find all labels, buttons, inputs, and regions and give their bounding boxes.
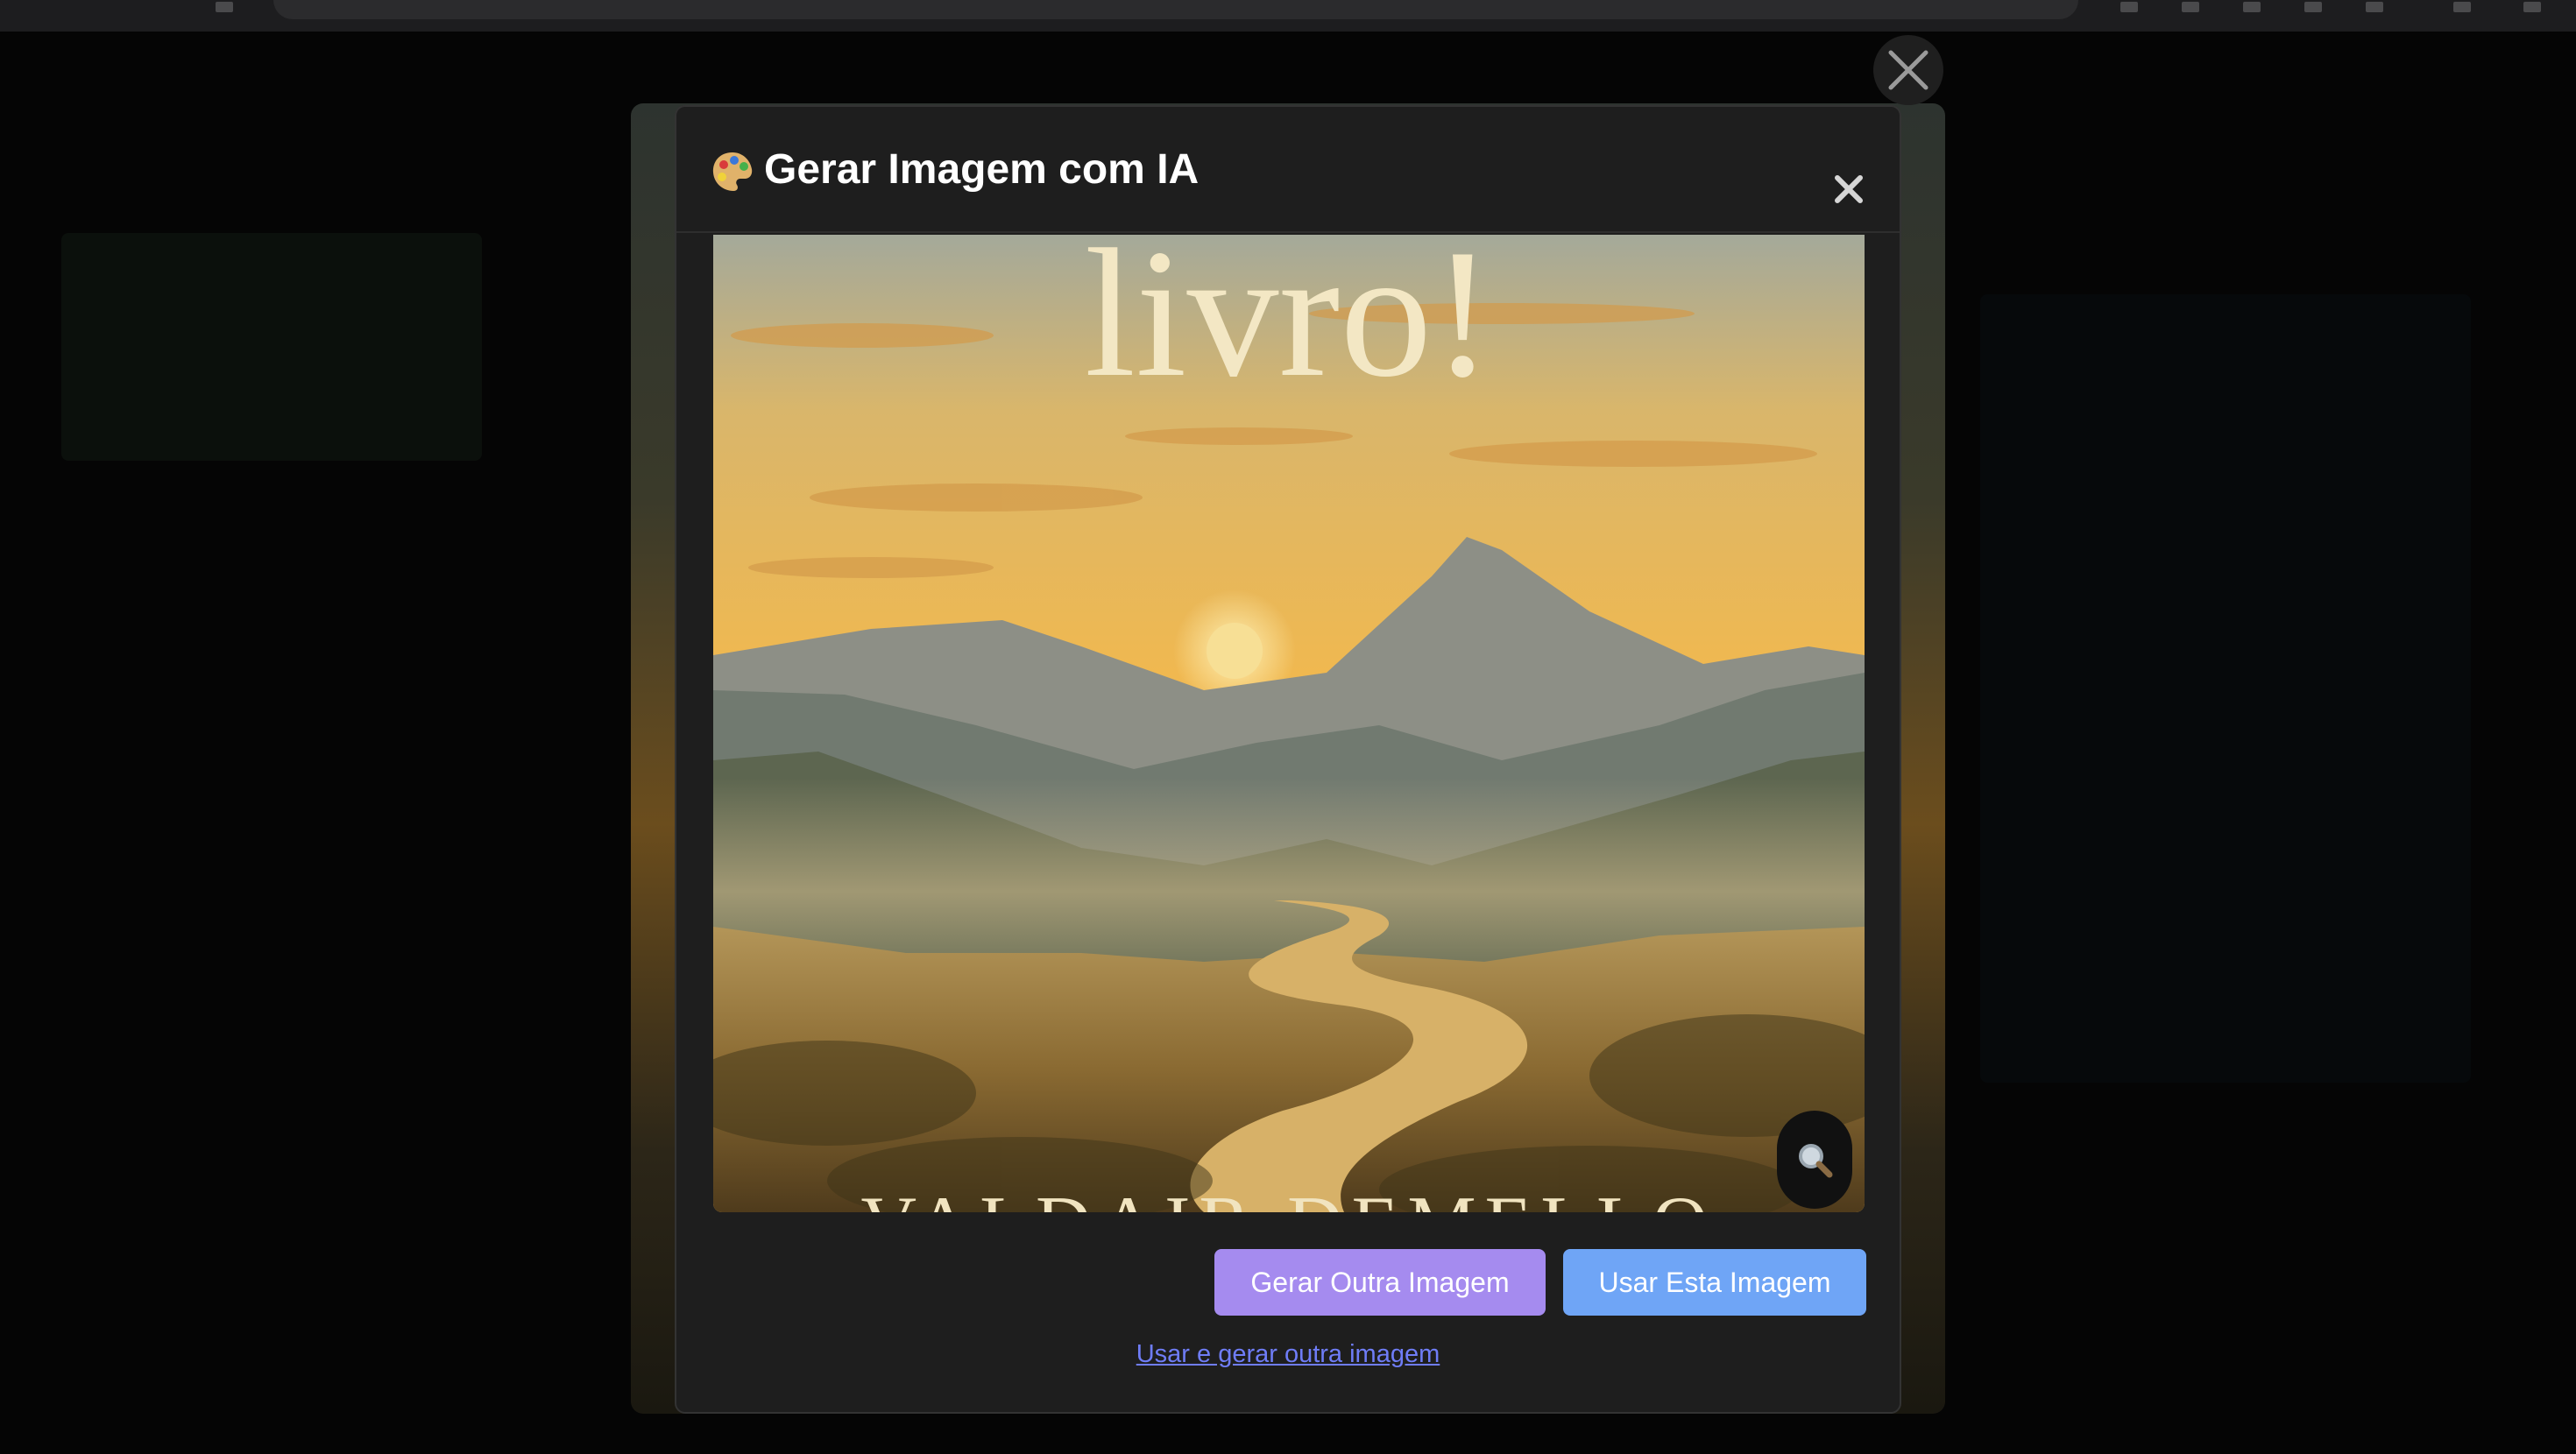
- palette-icon: [712, 152, 753, 191]
- background-card: [61, 233, 482, 461]
- extension-icon[interactable]: [2120, 2, 2138, 12]
- profile-icon[interactable]: [2453, 2, 2471, 12]
- close-icon: [1835, 175, 1863, 203]
- extension-icon[interactable]: [2182, 2, 2199, 12]
- modal-close-button[interactable]: [1815, 156, 1882, 222]
- address-bar[interactable]: [273, 0, 2078, 19]
- extension-icon[interactable]: [2243, 2, 2261, 12]
- modal-title: Gerar Imagem com IA: [764, 146, 1200, 193]
- browser-toolbar: [0, 0, 2576, 32]
- generated-image-preview: livro! VALDAIR DEMELLO: [713, 235, 1865, 1212]
- modal-header: Gerar Imagem com IA: [676, 107, 1900, 233]
- cover-author-text: VALDAIR DEMELLO: [713, 1181, 1865, 1212]
- background-panel: [1980, 294, 2471, 1083]
- extension-icon[interactable]: [2366, 2, 2383, 12]
- generate-another-button[interactable]: Gerar Outra Imagem: [1214, 1249, 1546, 1316]
- zoom-button[interactable]: [1777, 1111, 1852, 1209]
- menu-icon[interactable]: [2523, 2, 2541, 12]
- use-this-image-button[interactable]: Usar Esta Imagem: [1563, 1249, 1866, 1316]
- close-icon: [1888, 50, 1928, 90]
- use-and-generate-link[interactable]: Usar e gerar outra imagem: [676, 1337, 1900, 1372]
- generate-image-modal: Gerar Imagem com IA livro! Gerar Outra I…: [675, 105, 1901, 1414]
- apps-icon[interactable]: [216, 2, 233, 12]
- overlay-close-button[interactable]: [1873, 35, 1943, 105]
- cover-title-text: livro!: [1084, 235, 1494, 415]
- extension-icon[interactable]: [2304, 2, 2322, 12]
- magnifier-icon: [1799, 1144, 1833, 1178]
